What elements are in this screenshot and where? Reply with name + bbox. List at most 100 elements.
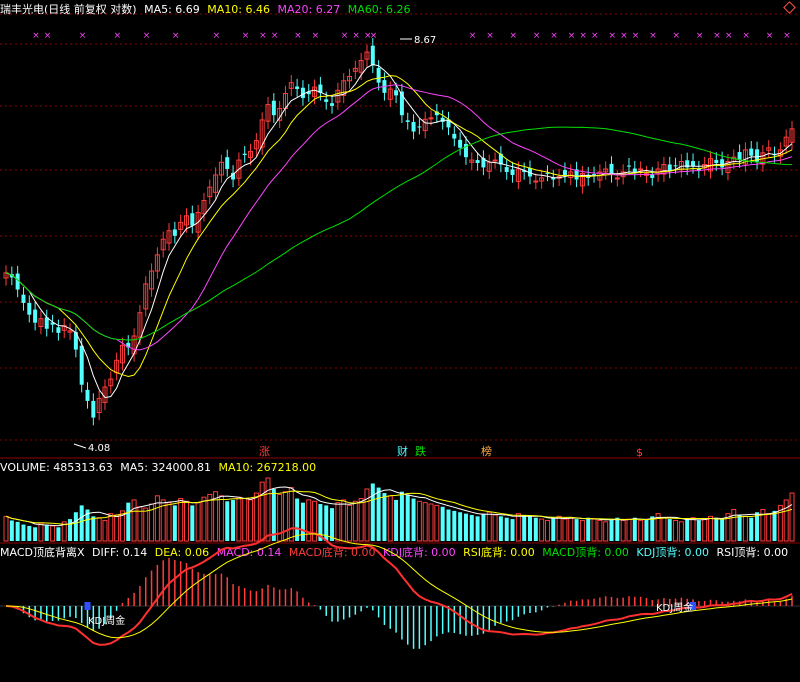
volume-bar xyxy=(143,507,149,542)
candle-body xyxy=(452,133,457,139)
volume-bar xyxy=(562,518,568,542)
volume-bar xyxy=(626,518,632,542)
candle-body xyxy=(504,167,509,172)
signal-marker: × xyxy=(568,31,576,41)
volume-bar xyxy=(591,518,597,542)
ma20-line xyxy=(5,84,793,351)
candle-body xyxy=(737,152,742,161)
event-dollar-marker[interactable]: $ xyxy=(636,446,643,459)
candle-body xyxy=(85,389,90,401)
volume-bar xyxy=(644,519,649,541)
low-price-label: 4.08 xyxy=(88,443,110,454)
volume-bar xyxy=(452,510,457,541)
volume-bar xyxy=(481,513,486,541)
volume-bar xyxy=(475,516,480,541)
volume-bar xyxy=(126,502,131,541)
volume-bar xyxy=(673,519,679,542)
volume-bar xyxy=(522,514,527,541)
volume-bar xyxy=(632,517,637,541)
volume-bar xyxy=(667,519,672,541)
volume-bar xyxy=(678,521,684,542)
candle-body xyxy=(592,174,597,176)
candle-body xyxy=(475,160,480,164)
volume-bar xyxy=(172,505,177,541)
volume-bar xyxy=(685,519,690,541)
volume-bar xyxy=(253,492,259,542)
candle-body xyxy=(79,345,84,385)
volume-bar xyxy=(789,492,795,542)
signal-marker: × xyxy=(341,31,349,41)
candle-body xyxy=(714,159,719,164)
candle-body xyxy=(720,159,725,168)
event-fall-marker[interactable]: 跌 xyxy=(415,444,426,458)
volume-bar xyxy=(405,494,410,541)
volume-bar xyxy=(650,516,655,541)
candle-body xyxy=(33,309,38,323)
candle-body xyxy=(614,177,620,180)
candle-body xyxy=(190,213,195,226)
event-finance-marker[interactable]: 财 xyxy=(397,444,408,458)
signal-marker: × xyxy=(510,31,518,41)
candle-body xyxy=(667,164,672,171)
volume-bar xyxy=(661,517,667,542)
volume-bar xyxy=(783,499,789,542)
volume-bar xyxy=(742,515,748,542)
volume-bar xyxy=(300,502,305,541)
volume-bar xyxy=(696,520,701,541)
volume-bar xyxy=(620,519,626,542)
volume-bar xyxy=(271,488,276,541)
signal-marker: × xyxy=(742,31,750,41)
volume-bar xyxy=(539,518,545,542)
candle-body xyxy=(626,165,631,167)
volume-bar xyxy=(242,498,248,542)
event-list-marker[interactable]: 榜 xyxy=(481,444,492,458)
volume-bar xyxy=(231,499,236,541)
candle-body xyxy=(271,100,276,116)
volume-bar xyxy=(195,502,201,542)
signal-marker: × xyxy=(725,31,733,41)
chart-canvas[interactable]: × × × × × × × × × × × × × × ×× × × × × × × × × × × × × × × × × × × × 8.67… xyxy=(0,0,800,682)
volume-bar xyxy=(416,500,422,542)
kdj-cross-label-2: KDJ周金 xyxy=(656,601,693,614)
candle-body xyxy=(394,90,399,96)
volume-bar xyxy=(504,517,509,541)
signal-marker: × xyxy=(32,31,40,41)
volume-ma10-line xyxy=(5,490,793,525)
volume-bar xyxy=(38,522,44,542)
volume-bar xyxy=(551,517,556,541)
volume-bar xyxy=(79,505,84,541)
kdj-cross-label-1: KDJ周金 xyxy=(88,614,125,627)
signal-marker: × xyxy=(172,31,180,41)
candle-body xyxy=(458,139,463,148)
volume-bar xyxy=(720,519,725,541)
volume-bar xyxy=(347,504,353,542)
volume-bar xyxy=(352,500,358,542)
volume-bar xyxy=(131,499,137,542)
volume-bar xyxy=(394,499,399,541)
volume-bar xyxy=(306,499,312,542)
signal-marker: × xyxy=(259,31,267,41)
volume-bar xyxy=(102,519,108,542)
volume-bar xyxy=(469,514,474,541)
volume-bar xyxy=(68,519,73,541)
volume-bar xyxy=(114,514,120,542)
candle-body xyxy=(300,87,305,99)
volume-bar xyxy=(56,527,61,541)
volume-bar xyxy=(638,519,644,542)
volume-bar xyxy=(44,524,49,541)
diff-line xyxy=(5,527,793,646)
volume-bar xyxy=(544,519,550,542)
volume-bar xyxy=(597,519,603,542)
candle-body xyxy=(324,99,329,102)
volume-bar xyxy=(21,524,26,541)
volume-bar xyxy=(282,491,288,542)
volume-bar xyxy=(295,498,300,541)
volume-bar xyxy=(579,519,585,542)
volume-bar xyxy=(382,493,387,541)
event-rise-marker[interactable]: 涨 xyxy=(259,445,270,458)
volume-bar xyxy=(515,513,521,542)
candle-body xyxy=(562,170,567,175)
candle-body xyxy=(411,121,416,132)
volume-bar xyxy=(556,515,562,542)
volume-bar xyxy=(714,517,719,541)
